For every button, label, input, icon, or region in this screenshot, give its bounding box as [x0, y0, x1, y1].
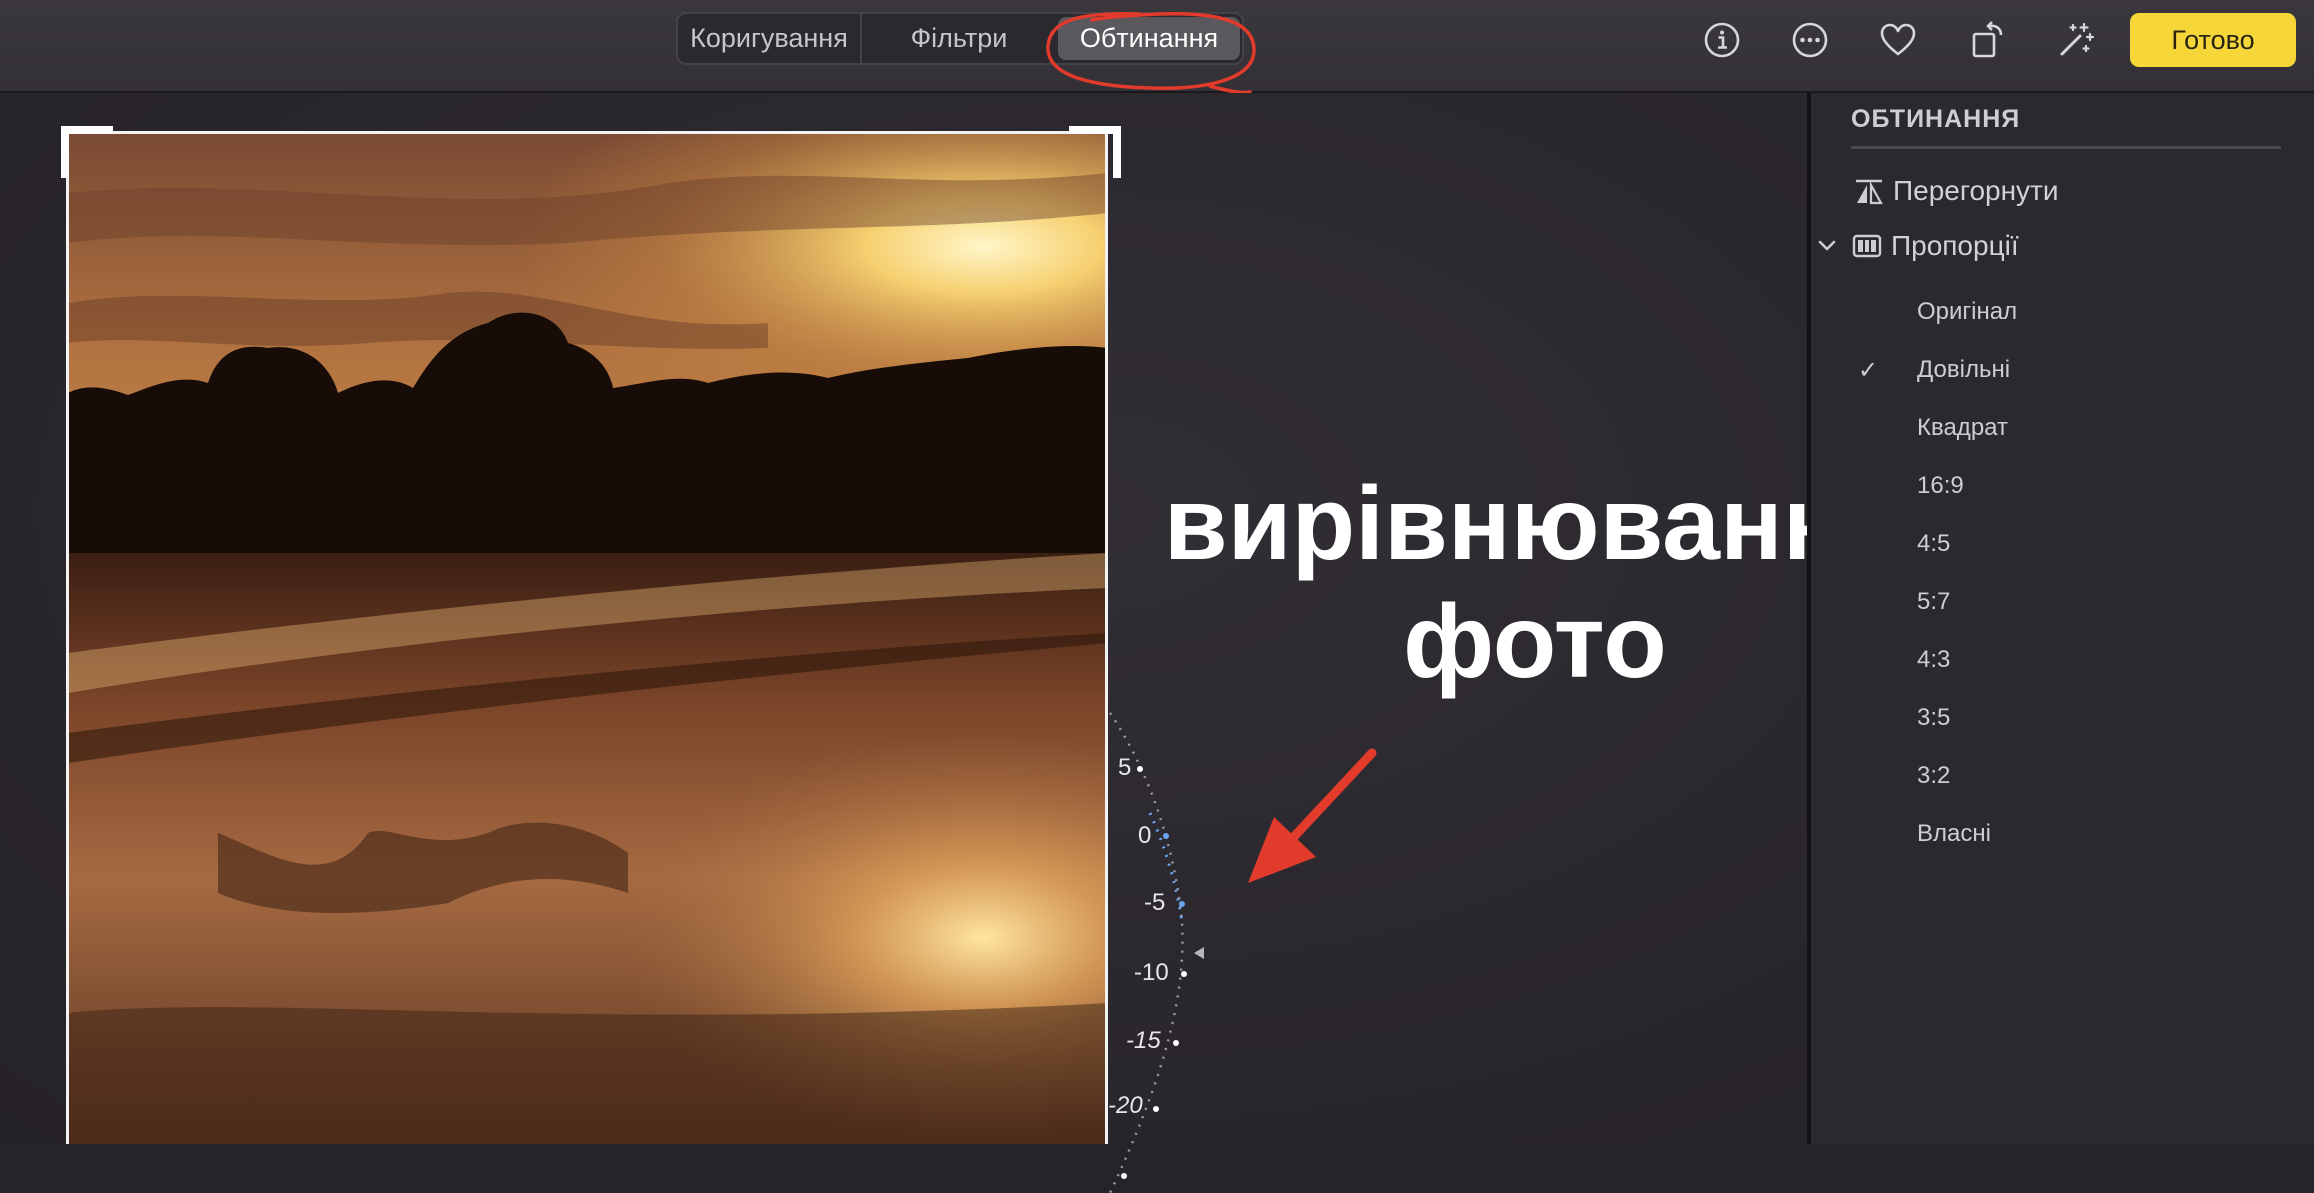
- aspect-ratio-options: Оригінал ✓ Довільні Квадрат 16:9 4:5 5:7 …: [1811, 283, 2314, 863]
- dial-label: -20: [1108, 1092, 1143, 1119]
- tab-adjust[interactable]: Коригування: [678, 14, 862, 63]
- rotate-icon[interactable]: [1966, 18, 2010, 62]
- toolbar: Коригування Фільтри Обтинання Готово: [0, 0, 2314, 95]
- aspect-ratio-label: Пропорції: [1891, 230, 2019, 261]
- crop-handle-top-left[interactable]: [61, 126, 113, 178]
- option-label: 5:7: [1917, 588, 1951, 615]
- ratio-option-3-5[interactable]: 3:5: [1811, 689, 2314, 747]
- dial-label: 5: [1118, 754, 1131, 781]
- flip-icon: [1853, 175, 1885, 207]
- tab-filters[interactable]: Фільтри: [862, 14, 1056, 63]
- tab-crop[interactable]: Обтинання: [1058, 17, 1240, 60]
- chevron-down-icon[interactable]: [1815, 234, 1839, 258]
- dial-label: -15: [1126, 1027, 1161, 1054]
- more-icon[interactable]: [1788, 18, 1832, 62]
- option-label: 16:9: [1917, 472, 1964, 499]
- dial-label: -5: [1144, 889, 1165, 916]
- ratio-option-original[interactable]: Оригінал: [1811, 283, 2314, 341]
- option-label: 4:5: [1917, 530, 1951, 557]
- ratio-option-16-9[interactable]: 16:9: [1811, 457, 2314, 515]
- crop-frame[interactable]: [66, 131, 1108, 1144]
- checkmark-icon: ✓: [1858, 356, 1879, 384]
- ratio-option-custom[interactable]: Власні: [1811, 805, 2314, 863]
- ratio-option-5-7[interactable]: 5:7: [1811, 573, 2314, 631]
- sidebar-rule: [1851, 146, 2281, 149]
- magic-wand-icon[interactable]: [2054, 18, 2098, 62]
- done-button[interactable]: Готово: [2130, 13, 2296, 67]
- option-label: 4:3: [1917, 646, 1951, 673]
- aspect-ratio-icon: [1851, 230, 1883, 262]
- red-arrow-annotation: [1248, 748, 1377, 883]
- option-label: 3:2: [1917, 762, 1951, 789]
- heart-icon[interactable]: [1876, 18, 1920, 62]
- edit-mode-tabs: Коригування Фільтри Обтинання: [676, 12, 1244, 65]
- dial-label: 0: [1138, 822, 1151, 849]
- straighten-dial[interactable]: 5 0 -5 -10 -15 -20: [1096, 693, 1236, 1193]
- option-label: Квадрат: [1917, 414, 2008, 441]
- ratio-option-square[interactable]: Квадрат: [1811, 399, 2314, 457]
- ratio-option-4-3[interactable]: 4:3: [1811, 631, 2314, 689]
- sidebar-title: ОБТИНАННЯ: [1851, 105, 2021, 133]
- option-label: 3:5: [1917, 704, 1951, 731]
- option-label: Довільні: [1917, 356, 2011, 383]
- crop-handle-top-right[interactable]: [1069, 126, 1121, 178]
- aspect-ratio-section[interactable]: Пропорції: [1815, 230, 2019, 262]
- ratio-option-3-2[interactable]: 3:2: [1811, 747, 2314, 805]
- photo-canvas: 5 0 -5 -10 -15 -20 вирівнювання фото: [0, 93, 1906, 1193]
- flip-label: Перегорнути: [1893, 175, 2059, 206]
- ratio-option-4-5[interactable]: 4:5: [1811, 515, 2314, 573]
- option-label: Власні: [1917, 820, 1991, 847]
- info-icon[interactable]: [1700, 18, 1744, 62]
- ratio-option-freeform[interactable]: ✓ Довільні: [1811, 341, 2314, 399]
- option-label: Оригінал: [1917, 298, 2018, 325]
- crop-sidebar: ОБТИНАННЯ Перегорнути Пропорції Оригінал…: [1811, 93, 2314, 1144]
- dial-label: -10: [1134, 959, 1169, 986]
- flip-button[interactable]: Перегорнути: [1853, 175, 2059, 207]
